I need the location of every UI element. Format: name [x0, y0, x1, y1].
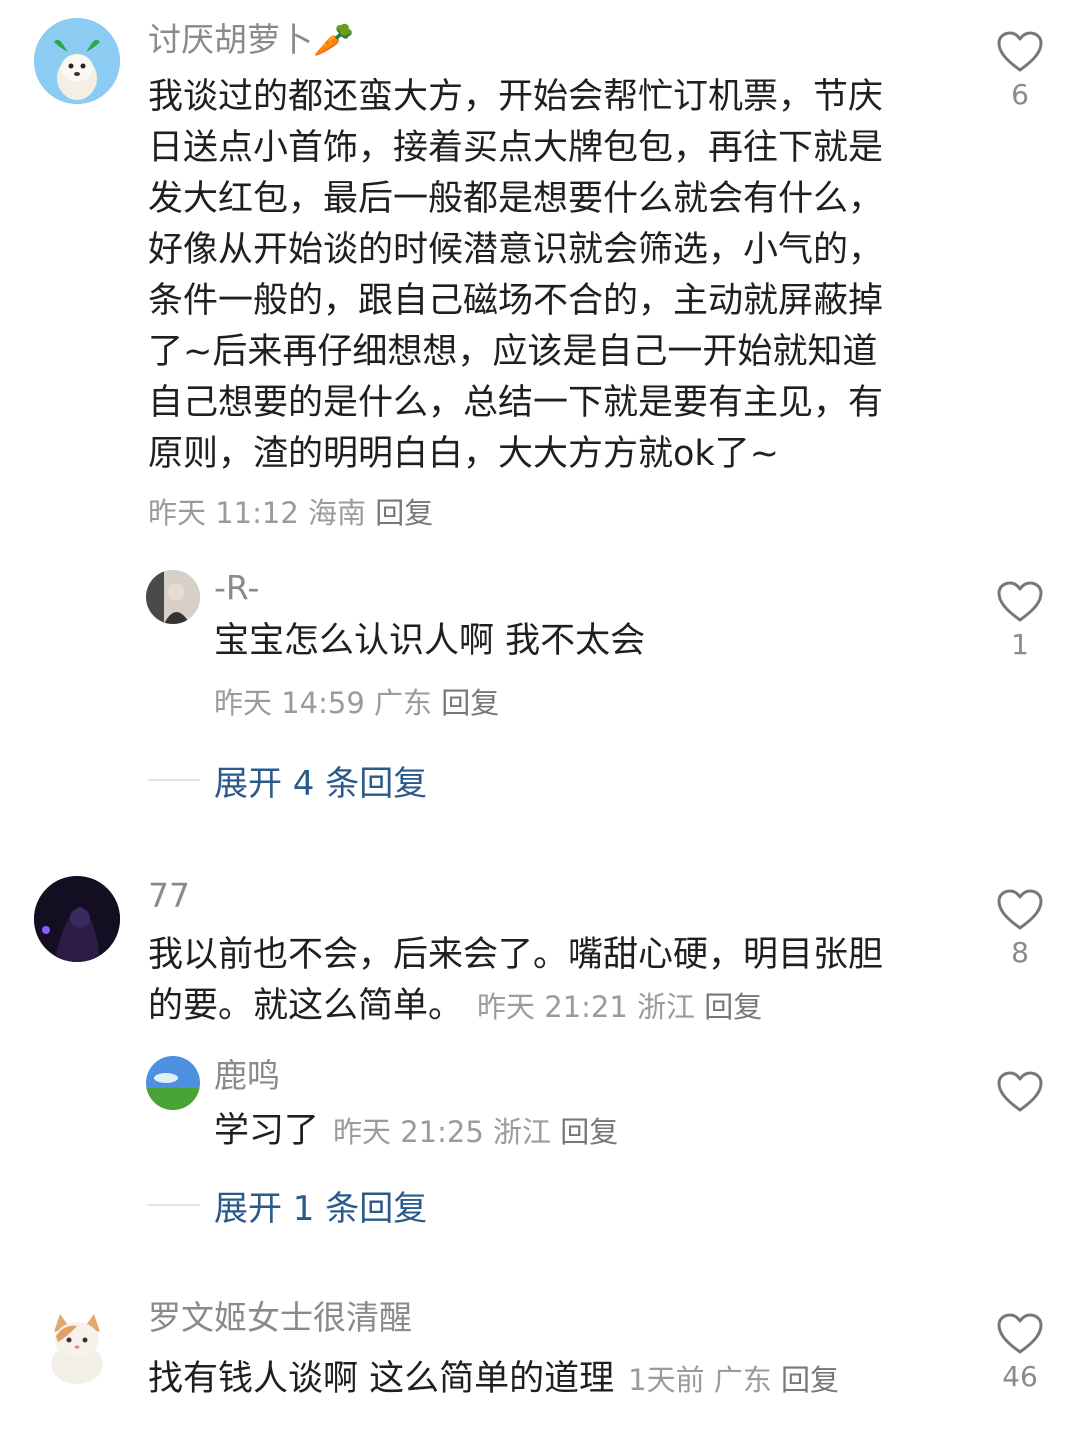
- like-button[interactable]: 6: [990, 30, 1050, 111]
- heart-icon: [997, 581, 1043, 622]
- reply-button[interactable]: 回复: [441, 686, 499, 720]
- heart-icon: [997, 889, 1043, 930]
- like-button[interactable]: 46: [990, 1312, 1050, 1393]
- reply-meta: 昨天 21:25 浙江 回复: [333, 1115, 618, 1149]
- expand-label: 展开 1 条回复: [214, 1188, 428, 1229]
- like-count: 8: [1011, 936, 1029, 969]
- heart-icon: [997, 1071, 1043, 1112]
- dark-anime-avatar-icon: [34, 876, 120, 962]
- heart-icon: [997, 1313, 1043, 1354]
- comment-meta: 昨天 11:12 海南 回复: [148, 490, 433, 532]
- reply-button[interactable]: 回复: [375, 496, 433, 530]
- avatar[interactable]: [34, 876, 120, 962]
- like-button[interactable]: 1: [990, 580, 1050, 661]
- like-count: 1: [1011, 628, 1029, 661]
- heart-icon: [997, 31, 1043, 72]
- reply-text: 宝宝怎么认识人啊 我不太会: [214, 621, 646, 661]
- text-line: 的要。就这么简单。 昨天 21:21 浙江 回复: [148, 981, 948, 1033]
- expand-replies-button[interactable]: 展开 4 条回复: [148, 755, 427, 805]
- person-avatar-icon: [146, 570, 200, 624]
- cat-avatar-icon: [34, 1302, 120, 1388]
- comment-text: 我以前也不会，后来会了。嘴甜心硬，明目张胆 的要。就这么简单。 昨天 21:21 …: [148, 930, 948, 1033]
- comment-meta: 1天前 广东 回复: [628, 1363, 839, 1397]
- avatar[interactable]: [34, 1302, 120, 1388]
- text-line: 好像从开始谈的时候潜意识就会筛选，小气的，: [148, 230, 884, 270]
- expand-replies-button[interactable]: 展开 1 条回复: [148, 1180, 427, 1230]
- reply-text-content: 学习了: [214, 1111, 320, 1151]
- text-line: 发大红包，最后一般都是想要什么就会有什么，: [148, 179, 884, 219]
- like-button[interactable]: [990, 1070, 1050, 1114]
- comment-text: 找有钱人谈啊 这么简单的道理 1天前 广东 回复: [148, 1354, 839, 1406]
- username[interactable]: 讨厌胡萝卜🥕: [148, 20, 354, 60]
- divider: [148, 779, 200, 781]
- text-line-content: 找有钱人谈啊 这么简单的道理: [148, 1359, 615, 1399]
- landscape-avatar-icon: [146, 1056, 200, 1110]
- username[interactable]: 鹿鸣: [214, 1056, 280, 1096]
- timestamp-location: 1天前 广东: [628, 1363, 772, 1397]
- text-line: 原则，渣的明明白白，大大方方就ok了~: [148, 434, 780, 474]
- reply-meta: 昨天 14:59 广东 回复: [214, 680, 499, 722]
- username[interactable]: 77: [148, 876, 190, 916]
- comment-meta: 昨天 21:21 浙江 回复: [477, 990, 762, 1024]
- timestamp-location: 昨天 21:21 浙江: [477, 990, 696, 1024]
- like-button[interactable]: 8: [990, 888, 1050, 969]
- timestamp-location: 昨天 21:25 浙江: [333, 1115, 552, 1149]
- reply-button[interactable]: 回复: [560, 1115, 618, 1149]
- avatar[interactable]: [146, 1056, 200, 1110]
- text-line: 我以前也不会，后来会了。嘴甜心硬，明目张胆: [148, 935, 884, 975]
- reply-text: 学习了 昨天 21:25 浙江 回复: [214, 1106, 618, 1158]
- text-line: 我谈过的都还蛮大方，开始会帮忙订机票，节庆: [148, 77, 884, 117]
- text-line: 条件一般的，跟自己磁场不合的，主动就屏蔽掉: [148, 281, 884, 321]
- timestamp-location: 昨天 11:12 海南: [148, 496, 367, 530]
- text-line: 自己想要的是什么，总结一下就是要有主见，有: [148, 383, 884, 423]
- username[interactable]: 罗文姬女士很清醒: [148, 1298, 412, 1338]
- avatar[interactable]: [34, 18, 120, 104]
- comment-text: 我谈过的都还蛮大方，开始会帮忙订机票，节庆 日送点小首饰，接着买点大牌包包，再往…: [148, 72, 938, 480]
- username[interactable]: -R-: [214, 568, 259, 608]
- timestamp-location: 昨天 14:59 广东: [214, 686, 433, 720]
- avatar[interactable]: [146, 570, 200, 624]
- text-line: 日送点小首饰，接着买点大牌包包，再往下就是: [148, 128, 884, 168]
- dog-avatar-icon: [34, 18, 120, 104]
- text-line: 了~后来再仔细想想，应该是自己一开始就知道: [148, 332, 878, 372]
- like-count: 46: [1002, 1360, 1038, 1393]
- expand-label: 展开 4 条回复: [214, 763, 428, 804]
- reply-button[interactable]: 回复: [704, 990, 762, 1024]
- text-line-content: 的要。就这么简单。: [148, 986, 464, 1026]
- divider: [148, 1204, 200, 1206]
- like-count: 6: [1011, 78, 1029, 111]
- reply-button[interactable]: 回复: [781, 1363, 839, 1397]
